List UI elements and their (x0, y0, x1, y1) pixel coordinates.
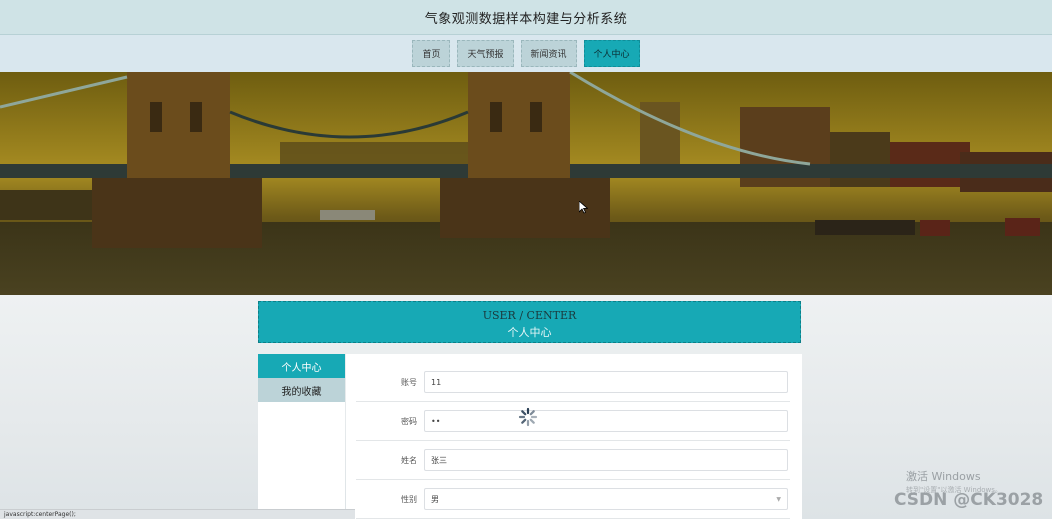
csdn-watermark: CSDN @CK3028 (894, 490, 1044, 510)
chevron-down-icon: ▼ (776, 495, 781, 503)
password-label: 密码 (401, 416, 417, 426)
nav-item-weather[interactable]: 天气预报 (457, 40, 514, 67)
gender-label: 性别 (401, 494, 417, 504)
mouse-cursor-icon (579, 201, 588, 214)
watermark-title: 激活 Windows (906, 470, 981, 483)
user-sidebar: 个人中心 我的收藏 (258, 354, 345, 519)
account-label: 账号 (401, 377, 417, 387)
browser-status-bar: javascript:centerPage(); (0, 509, 355, 519)
section-header: USER / CENTER 个人中心 (258, 301, 801, 343)
gender-select[interactable]: 男 ▼ (424, 488, 788, 510)
name-label: 姓名 (401, 455, 417, 465)
section-title-cn: 个人中心 (507, 326, 552, 339)
nav-item-home[interactable]: 首页 (412, 40, 451, 67)
header-bar: 气象观测数据样本构建与分析系统 (0, 0, 1052, 35)
sidebar-item-user-center[interactable]: 个人中心 (258, 354, 345, 378)
name-field[interactable]: 张三 (424, 449, 788, 471)
form-row-name: 姓名 张三 (356, 441, 790, 480)
site-title: 气象观测数据样本构建与分析系统 (424, 11, 628, 27)
nav-item-news[interactable]: 新闻资讯 (520, 40, 577, 67)
main-nav: 首页 天气预报 新闻资讯 个人中心 (0, 35, 1052, 72)
banner-image (0, 72, 1052, 295)
profile-form: 账号 11 密码 •• 姓名 张三 性别 男 ▼ (346, 354, 802, 519)
form-row-account: 账号 11 (356, 363, 790, 402)
sidebar-item-favorites[interactable]: 我的收藏 (258, 378, 345, 402)
account-field[interactable]: 11 (424, 371, 788, 393)
form-row-gender: 性别 男 ▼ (356, 480, 790, 519)
password-field[interactable]: •• (424, 410, 788, 432)
nav-item-user-center[interactable]: 个人中心 (583, 40, 640, 67)
section-title-en: USER / CENTER (482, 309, 577, 322)
loading-spinner-icon (518, 407, 538, 427)
gender-value: 男 (431, 494, 439, 504)
form-row-password: 密码 •• (356, 402, 790, 441)
